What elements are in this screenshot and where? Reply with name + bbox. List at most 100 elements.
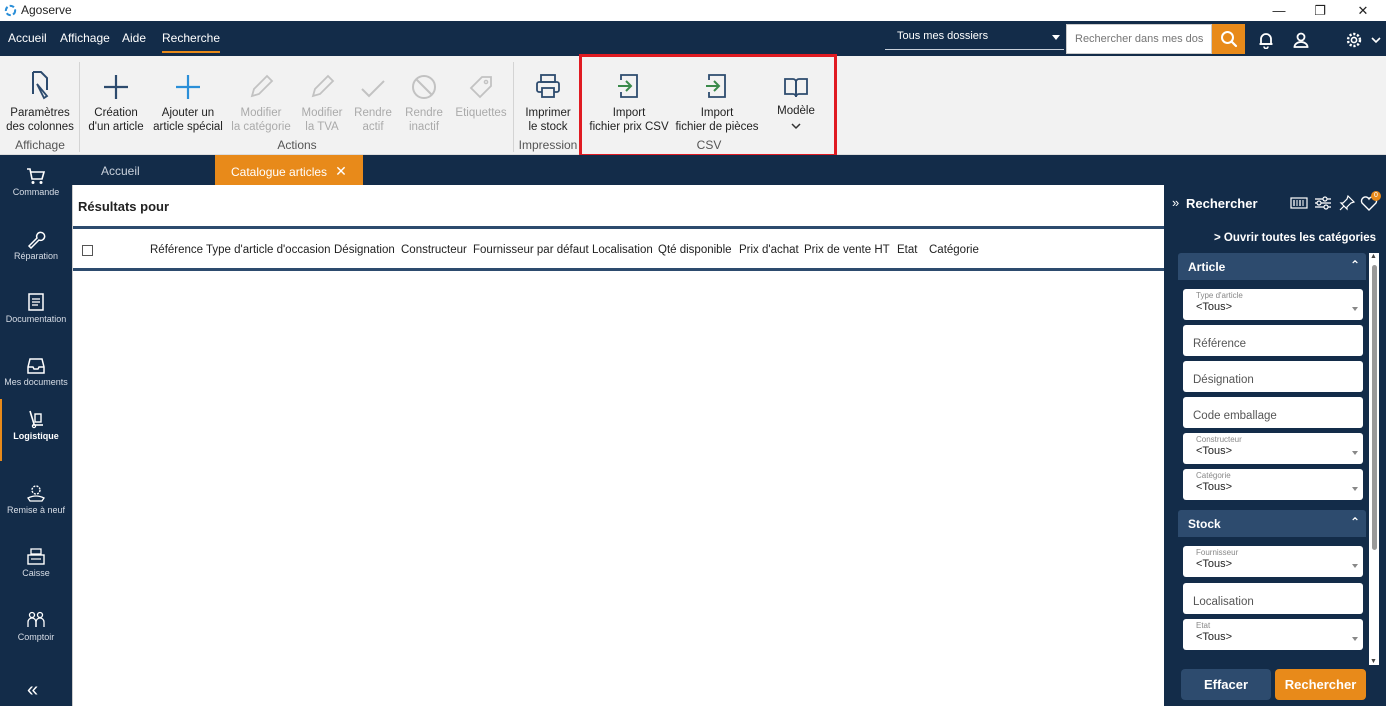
make-inactive-button[interactable]: Rendre inactif xyxy=(400,66,448,134)
column-header-qte-disponible[interactable]: Qté disponible xyxy=(658,244,732,256)
make-inactive-label-2: inactif xyxy=(408,121,440,133)
scroll-down-icon[interactable]: ▼ xyxy=(1370,658,1377,665)
dossier-select[interactable]: Tous mes dossiers xyxy=(885,24,1064,50)
nav-label: Comptoir xyxy=(17,632,55,642)
search-icon xyxy=(1220,31,1237,48)
edit-category-button[interactable]: Modifier la catégorie xyxy=(228,66,294,134)
collapse-panel-icon[interactable]: » xyxy=(1172,195,1179,210)
nav-item-remise-a-neuf[interactable]: Remise à neuf xyxy=(0,473,72,533)
settings-button[interactable] xyxy=(1343,29,1365,51)
scroll-up-icon[interactable]: ▲ xyxy=(1370,253,1377,260)
left-nav: Commande Réparation Documentation Mes do… xyxy=(0,155,72,706)
print-stock-button[interactable]: Imprimer le stock xyxy=(518,66,578,134)
type-article-select[interactable]: Type d'article <Tous> xyxy=(1183,289,1363,320)
section-stock[interactable]: Stock ⌃ xyxy=(1178,510,1366,537)
chevron-up-icon: ⌃ xyxy=(1349,258,1360,272)
nav-label: Commande xyxy=(12,187,60,197)
column-header-prix-achat[interactable]: Prix d'achat xyxy=(739,244,799,256)
localisation-input[interactable]: Localisation xyxy=(1183,583,1363,614)
minimize-button[interactable]: — xyxy=(1256,0,1302,21)
notifications-button[interactable] xyxy=(1255,29,1277,51)
categorie-select[interactable]: Catégorie <Tous> xyxy=(1183,469,1363,500)
search-panel-title: Rechercher xyxy=(1186,196,1258,211)
close-icon[interactable]: ✕ xyxy=(335,163,347,179)
column-header-categorie[interactable]: Catégorie xyxy=(929,244,979,256)
open-all-categories-link[interactable]: > Ouvrir toutes les catégories xyxy=(1214,232,1376,244)
field-value: <Tous> xyxy=(1196,301,1233,313)
nav-item-commande[interactable]: Commande xyxy=(0,155,72,215)
select-all-checkbox[interactable] xyxy=(82,245,93,256)
column-header-localisation[interactable]: Localisation xyxy=(592,244,653,256)
group-label-affichage: Affichage xyxy=(15,138,65,152)
global-search-input[interactable] xyxy=(1067,25,1211,53)
nav-item-caisse[interactable]: Caisse xyxy=(0,536,72,596)
cash-register-icon xyxy=(27,548,45,565)
fournisseur-select[interactable]: Fournisseur <Tous> xyxy=(1183,546,1363,577)
edit-tva-button[interactable]: Modifier la TVA xyxy=(296,66,348,134)
column-header-etat[interactable]: Etat xyxy=(897,244,917,256)
clear-button[interactable]: Effacer xyxy=(1181,669,1271,700)
nav-item-documentation[interactable]: Documentation xyxy=(0,282,72,342)
column-settings-label-2: des colonnes xyxy=(6,121,74,133)
column-header-fournisseur[interactable]: Fournisseur par défaut xyxy=(473,244,589,256)
cart-icon xyxy=(27,168,46,184)
settings-dropdown[interactable] xyxy=(1368,29,1384,51)
printer-icon xyxy=(536,74,560,98)
user-button[interactable] xyxy=(1290,29,1312,51)
nav-label: Logistique xyxy=(13,431,59,441)
scrollbar-thumb[interactable] xyxy=(1372,265,1377,550)
chevron-down-icon xyxy=(1352,637,1358,641)
constructeur-select[interactable]: Constructeur <Tous> xyxy=(1183,433,1363,464)
tab-accueil[interactable]: Accueil xyxy=(101,155,140,185)
nav-item-mes-documents[interactable]: Mes documents xyxy=(0,345,72,405)
restore-button[interactable]: ❐ xyxy=(1297,0,1343,21)
global-search-box[interactable] xyxy=(1066,24,1212,54)
menu-accueil[interactable]: Accueil xyxy=(8,21,47,56)
barcode-icon[interactable] xyxy=(1290,195,1308,211)
menu-recherche[interactable]: Recherche xyxy=(162,21,221,56)
favorites-badge: 0 xyxy=(1371,191,1381,201)
global-search-button[interactable] xyxy=(1212,24,1245,54)
title-bar: Agoserve — ❐ ✕ xyxy=(0,0,1386,21)
forbidden-icon xyxy=(412,75,436,99)
column-settings-button[interactable]: Paramètres des colonnes xyxy=(6,66,74,134)
designation-input[interactable]: Désignation xyxy=(1183,361,1363,392)
add-special-article-button[interactable]: Ajouter un article spécial xyxy=(152,66,224,134)
close-window-button[interactable]: ✕ xyxy=(1340,0,1386,21)
document-icon xyxy=(28,293,44,311)
edit-tva-label-1: Modifier xyxy=(301,107,343,119)
code-emballage-input[interactable]: Code emballage xyxy=(1183,397,1363,428)
labels-button[interactable]: Etiquettes xyxy=(452,66,510,120)
field-label: Type d'article xyxy=(1196,291,1243,300)
field-value: <Tous> xyxy=(1196,631,1233,643)
reference-input[interactable]: Référence xyxy=(1183,325,1363,356)
make-active-button[interactable]: Rendre actif xyxy=(350,66,396,134)
menu-affichage[interactable]: Affichage xyxy=(60,21,110,56)
menu-aide[interactable]: Aide xyxy=(122,21,146,56)
field-label: Fournisseur xyxy=(1196,548,1239,557)
column-header-designation[interactable]: Désignation xyxy=(334,244,395,256)
etat-select[interactable]: Etat <Tous> xyxy=(1183,619,1363,650)
collapse-nav-button[interactable]: « xyxy=(27,679,38,702)
section-article[interactable]: Article ⌃ xyxy=(1178,253,1366,280)
nav-item-reparation[interactable]: Réparation xyxy=(0,219,72,279)
tag-icon xyxy=(469,76,492,99)
column-header-constructeur[interactable]: Constructeur xyxy=(401,244,467,256)
search-button[interactable]: Rechercher xyxy=(1275,669,1366,700)
ribbon-separator xyxy=(79,62,80,152)
plus-icon xyxy=(104,75,128,99)
nav-item-comptoir[interactable]: Comptoir xyxy=(0,600,72,660)
filter-settings-icon[interactable] xyxy=(1314,195,1332,211)
menu-bar: Accueil Affichage Aide Recherche Tous me… xyxy=(0,21,1386,56)
search-panel-scrollbar[interactable]: ▲ ▼ xyxy=(1369,253,1379,665)
column-header-reference[interactable]: Référence xyxy=(150,244,203,256)
app-name: Agoserve xyxy=(21,3,72,17)
field-placeholder: Référence xyxy=(1193,338,1247,350)
create-article-button[interactable]: Création d'un article xyxy=(84,66,148,134)
pin-icon[interactable] xyxy=(1338,195,1356,211)
column-header-prix-vente[interactable]: Prix de vente HT xyxy=(804,244,890,256)
field-value: <Tous> xyxy=(1196,445,1233,457)
column-header-type-occasion[interactable]: Type d'article d'occasion xyxy=(206,244,331,256)
nav-item-logistique[interactable]: Logistique xyxy=(0,399,72,461)
tab-catalogue-articles[interactable]: Catalogue articles ✕ xyxy=(215,155,363,185)
